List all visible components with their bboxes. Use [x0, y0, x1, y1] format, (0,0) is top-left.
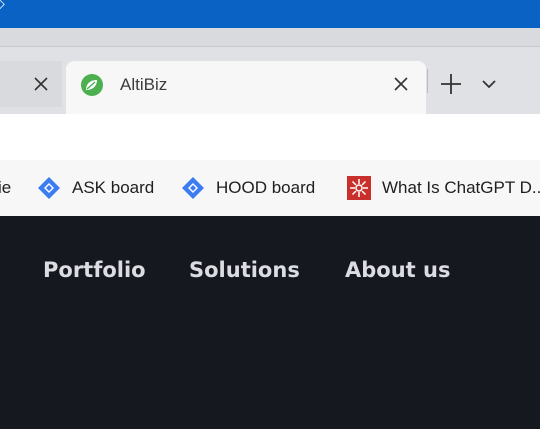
bookmark-label: ie — [0, 178, 12, 197]
url-input[interactable] — [0, 114, 540, 160]
tab-list-button[interactable] — [476, 71, 502, 97]
website-header: Portfolio Solutions About us — [0, 216, 540, 429]
jira-diamond-icon — [180, 175, 206, 201]
bookmark-ask-board[interactable]: ASK board — [36, 174, 154, 202]
new-tab-button[interactable] — [436, 69, 466, 99]
chevron-down-icon — [482, 80, 496, 89]
tab-previous[interactable] — [0, 61, 62, 107]
nav-about-link[interactable]: About us — [345, 258, 450, 282]
address-bar — [0, 114, 540, 160]
bookmark-chatgpt[interactable]: What Is ChatGPT D... — [346, 174, 540, 202]
bookmark-label: HOOD board — [216, 178, 316, 197]
tab-separator — [427, 69, 428, 93]
chatgpt-icon — [346, 175, 372, 201]
bookmark-hood-board[interactable]: HOOD board — [180, 174, 315, 202]
bookmark-partial[interactable]: ie — [0, 174, 11, 202]
bookmarks-bar: ie ASK board HOOD board — [0, 160, 540, 216]
altibiz-leaf-icon — [80, 73, 104, 97]
plus-icon — [441, 74, 461, 94]
nav-portfolio-link[interactable]: Portfolio — [43, 258, 146, 282]
tab-strip: AltiBiz — [0, 46, 540, 115]
nav-solutions-link[interactable]: Solutions — [189, 258, 300, 282]
window-titlebar: ◇ — [0, 0, 540, 28]
tab-altibiz[interactable]: AltiBiz — [66, 61, 426, 115]
window-glyph: ◇ — [0, 0, 5, 12]
close-icon[interactable] — [388, 71, 414, 97]
window-frame-gap — [0, 28, 540, 46]
bookmark-label: ASK board — [72, 178, 155, 197]
jira-diamond-icon — [36, 175, 62, 201]
tab-title: AltiBiz — [120, 75, 168, 94]
bookmark-label: What Is ChatGPT D... — [382, 178, 540, 197]
close-icon[interactable] — [28, 71, 54, 97]
